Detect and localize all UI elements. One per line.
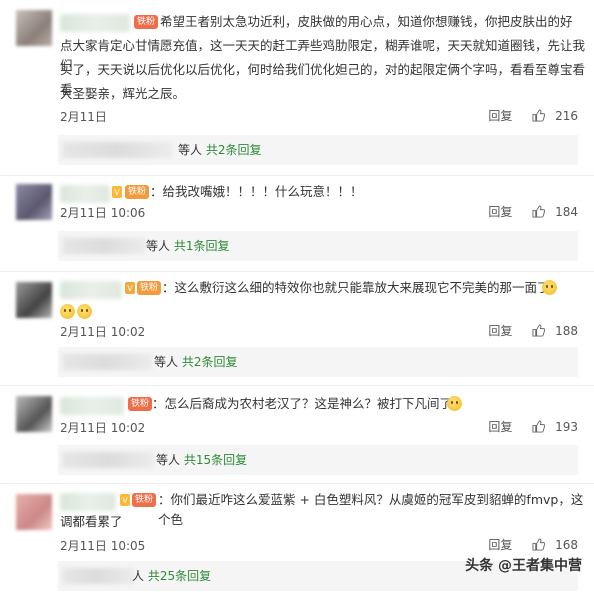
avatar[interactable] [16, 396, 52, 432]
smile-emoji-icon [60, 304, 75, 319]
emoji-row [60, 302, 92, 322]
comment-text-line: ：给我改嘴娥！！！！什么玩意！！！ [150, 184, 363, 199]
fan-badge: 铁粉 [134, 15, 159, 29]
comment-actions: 回复 168 [488, 536, 578, 553]
thumbs-up-icon[interactable] [532, 205, 546, 218]
replier-names-blurred [62, 354, 152, 370]
replies-box[interactable]: 等人 共2条回复 [58, 135, 578, 165]
replies-count-link[interactable]: 共15条回复 [184, 453, 247, 467]
thumbs-up-icon[interactable] [532, 109, 546, 122]
avatar[interactable] [16, 494, 52, 530]
comment-item: V 铁粉 ：你们最近咋这么爱蓝紫 + 白色塑料风？从虞姬的冠军皮到貂蝉的fmvp… [0, 484, 594, 592]
comment-time: 2月11日 10:02 [60, 325, 146, 339]
comment-text-line: ：怎么后裔成为农村老汉了？这是神么？被打下凡间了？ [152, 396, 465, 411]
thumbs-up-icon[interactable] [532, 538, 546, 551]
replier-names-blurred [62, 238, 146, 254]
reply-button[interactable]: 回复 [488, 322, 512, 339]
username-blurred[interactable] [60, 397, 124, 415]
smile-emoji-icon [542, 280, 557, 295]
fan-badge: 铁粉 [137, 281, 162, 295]
replies-count-link[interactable]: 共2条回复 [182, 355, 238, 369]
fan-badge: 铁粉 [132, 493, 157, 507]
vip-icon: V [120, 494, 130, 506]
avatar[interactable] [16, 184, 52, 220]
comment-item: V 铁粉 ：给我改嘴娥！！！！什么玩意！！！ 2月11日 10:06 回复 18… [0, 176, 594, 272]
like-count: 193 [555, 419, 578, 434]
smile-emoji-icon [77, 304, 92, 319]
comment-actions: 回复 193 [488, 418, 578, 435]
comment-item: 铁粉 希望王者别太急功近利，皮肤做的用心点，知道你想赚钱，你把皮肤出的好 点大家… [0, 0, 594, 176]
emoji-sweat [447, 394, 462, 414]
reply-button[interactable]: 回复 [488, 536, 512, 553]
reply-button[interactable]: 回复 [488, 418, 512, 435]
username-blurred[interactable] [60, 185, 110, 203]
like-count: 168 [555, 537, 578, 552]
username-blurred[interactable] [60, 493, 116, 511]
replier-names-blurred [62, 142, 172, 158]
comment-text-line: 希望王者别太急功近利，皮肤做的用心点，知道你想赚钱，你把皮肤出的好 [160, 14, 573, 29]
thumbs-up-icon[interactable] [532, 324, 546, 337]
like-count: 184 [555, 204, 578, 219]
comment-time: 2月11日 10:06 [60, 206, 146, 220]
replies-box[interactable]: 等人 共2条回复 [58, 347, 578, 377]
reply-button[interactable]: 回复 [488, 203, 512, 220]
comment-item: V 铁粉 ：这么敷衍这么细的特效你也就只能靠放大来展现它不完美的那一面了。 2月… [0, 272, 594, 386]
replies-prefix: 等人 [146, 239, 171, 253]
replies-box[interactable]: 等人 共1条回复 [58, 231, 578, 261]
comment-time: 2月11日 10:05 [60, 539, 146, 553]
username-blurred[interactable] [60, 281, 122, 299]
emoji-smile [542, 278, 557, 298]
fan-badge: 铁粉 [125, 185, 150, 199]
comment-time: 2月11日 [60, 110, 107, 124]
replies-box[interactable]: 等人 共15条回复 [58, 445, 578, 475]
comment-item: 铁粉 ：怎么后裔成为农村老汉了？这是神么？被打下凡间了？ 2月11日 10:02… [0, 386, 594, 484]
avatar[interactable] [16, 282, 52, 318]
replies-prefix: 等人 [178, 143, 203, 157]
replies-count-link[interactable]: 共1条回复 [174, 239, 230, 253]
replies-prefix: 等人 [154, 355, 179, 369]
replier-names-blurred [62, 568, 134, 584]
replies-count-link[interactable]: 共25条回复 [148, 569, 211, 583]
comment-actions: 回复 188 [488, 322, 578, 339]
replies-prefix: 人 [132, 569, 145, 583]
like-count: 188 [555, 323, 578, 338]
replier-names-blurred [62, 452, 154, 468]
sweat-emoji-icon [447, 396, 462, 411]
avatar[interactable] [16, 10, 52, 46]
comment-actions: 回复 216 [488, 107, 578, 124]
comment-actions: 回复 184 [488, 203, 578, 220]
comment-text-line: ：你们最近咋这么爱蓝紫 + 白色塑料风？从虞姬的冠军皮到貂蝉的fmvp，这个色 [158, 492, 584, 527]
comment-text-line: 调都看累了 [60, 514, 123, 529]
reply-button[interactable]: 回复 [488, 107, 512, 124]
vip-icon: V [125, 282, 135, 294]
username-blurred[interactable] [60, 14, 130, 32]
vip-icon: V [112, 186, 122, 198]
comment-time: 2月11日 10:02 [60, 421, 146, 435]
comment-text-line: 大圣娶亲，辉光之辰。 [60, 86, 186, 101]
like-count: 216 [555, 108, 578, 123]
thumbs-up-icon[interactable] [532, 420, 546, 433]
fan-badge: 铁粉 [128, 397, 153, 411]
watermark: 头条 @王者集中营 [465, 558, 582, 574]
replies-prefix: 等人 [156, 453, 181, 467]
replies-count-link[interactable]: 共2条回复 [206, 143, 262, 157]
comment-text-line: ：这么敷衍这么细的特效你也就只能靠放大来展现它不完美的那一面了。 [162, 280, 563, 295]
